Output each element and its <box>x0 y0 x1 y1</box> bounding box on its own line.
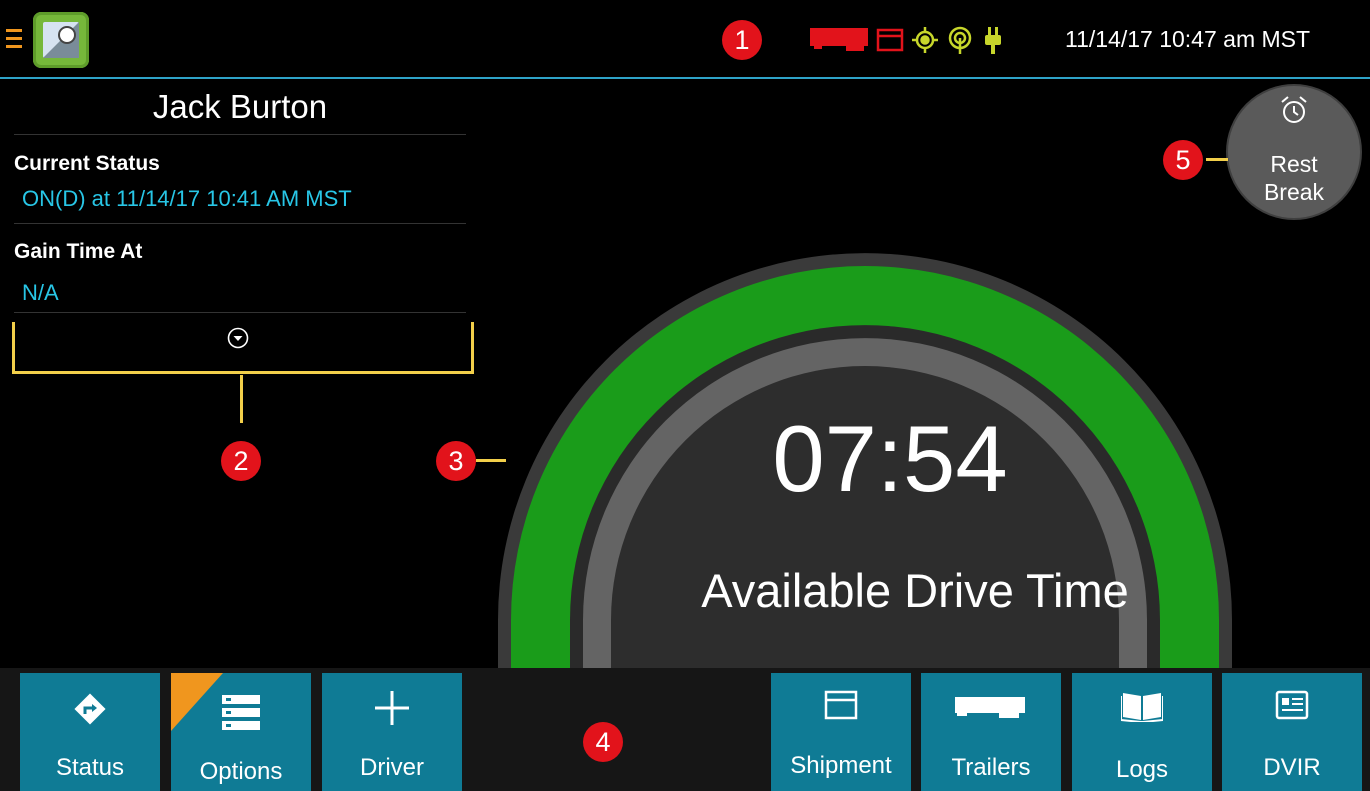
divider <box>14 134 466 135</box>
tab-logs-label: Logs <box>1115 756 1169 783</box>
tab-driver-label: Driver <box>360 754 424 781</box>
rest-break-label-line2: Break <box>1263 179 1325 205</box>
trailer-icon <box>955 697 1025 718</box>
trailer-icon[interactable] <box>810 28 868 51</box>
power-plug-icon[interactable] <box>985 27 1001 54</box>
logbook-icon <box>1121 693 1163 722</box>
directions-icon <box>74 693 106 725</box>
alarm-clock-icon <box>1281 96 1307 123</box>
list-icon <box>222 695 260 730</box>
callout-line <box>476 459 506 462</box>
gps-icon[interactable] <box>912 27 938 53</box>
available-drive-time-label: Available Drive Time <box>701 564 1129 617</box>
gain-time-label: Gain Time At <box>14 240 143 263</box>
current-status-label: Current Status <box>14 152 160 175</box>
divider <box>14 223 466 224</box>
callout-5: 5 <box>1163 140 1203 180</box>
top-bar-divider <box>0 77 1370 79</box>
tab-status[interactable]: Status <box>20 673 160 791</box>
inspection-report-icon <box>1275 690 1309 720</box>
tab-status-label: Status <box>55 754 125 781</box>
tab-trailers[interactable]: Trailers <box>921 673 1061 791</box>
gain-time-value: N/A <box>22 280 59 305</box>
expand-chevron-icon[interactable] <box>227 327 249 349</box>
options-corner-flag <box>171 673 223 731</box>
current-status-value: ON(D) at 11/14/17 10:41 AM MST <box>22 186 352 211</box>
hamburger-menu-icon[interactable] <box>6 29 22 49</box>
tab-dvir[interactable]: DVIR <box>1222 673 1362 791</box>
tab-logs[interactable]: Logs <box>1072 673 1212 791</box>
rest-break-button[interactable]: Rest Break <box>1226 84 1362 220</box>
tab-options[interactable]: Options <box>171 673 311 791</box>
rest-break-label-line1: Rest <box>1270 151 1318 177</box>
tab-options-label: Options <box>199 758 283 785</box>
available-drive-time-value: 07:54 <box>772 406 1008 511</box>
plus-icon <box>375 691 409 725</box>
callout-2: 2 <box>221 441 261 481</box>
callout-line <box>1206 158 1228 161</box>
shipment-icon[interactable] <box>876 28 904 52</box>
cellular-icon[interactable] <box>948 26 972 54</box>
driver-name: Jack Burton <box>152 88 328 125</box>
tab-driver[interactable]: Driver <box>322 673 462 791</box>
divider <box>14 312 466 313</box>
callout-line <box>240 375 243 423</box>
header-datetime: 11/14/17 10:47 am MST <box>1065 26 1311 52</box>
shipment-box-icon <box>824 690 858 720</box>
callout-3: 3 <box>436 441 476 481</box>
callout-1: 1 <box>722 20 762 60</box>
callout-4: 4 <box>583 722 623 762</box>
tab-trailers-label: Trailers <box>951 754 1031 781</box>
tab-shipment-label: Shipment <box>790 752 892 779</box>
tab-shipment[interactable]: Shipment <box>771 673 911 791</box>
app-logo-icon[interactable] <box>33 12 89 68</box>
tab-dvir-label: DVIR <box>1263 754 1321 781</box>
status-icon-group <box>810 26 1001 54</box>
